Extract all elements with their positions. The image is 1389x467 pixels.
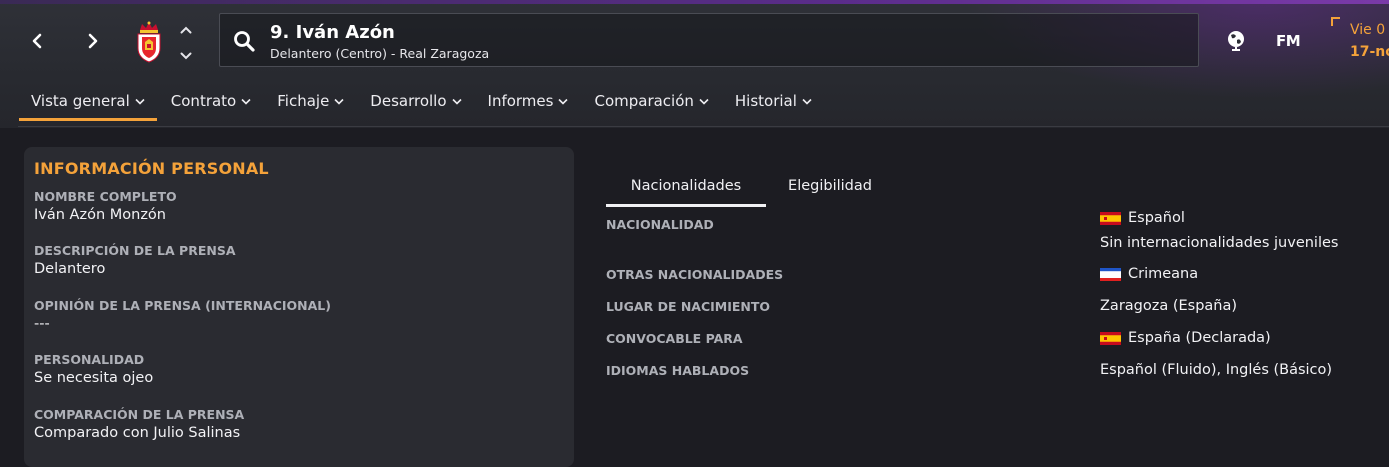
forward-arrow-icon	[88, 33, 98, 49]
chevron-down-icon	[699, 98, 709, 105]
player-search-bar[interactable]: 9. Iván Azón Delantero (Centro) - Real Z…	[219, 13, 1199, 67]
row-value-nationality[interactable]: Español	[1100, 210, 1185, 226]
tab-informes[interactable]: Informes	[475, 84, 582, 118]
tab-vista-general[interactable]: Vista general	[18, 84, 158, 121]
chevron-down-icon	[135, 98, 145, 105]
tab-label: Historial	[734, 92, 797, 110]
chevron-down-icon	[558, 98, 569, 105]
crimea-flag-icon	[1100, 267, 1121, 281]
tab-fichaje[interactable]: Fichaje	[264, 84, 357, 118]
tab-historial[interactable]: Historial	[722, 84, 825, 118]
tab-contrato[interactable]: Contrato	[158, 84, 264, 118]
tab-label: Informes	[487, 92, 554, 110]
row-label-eligible-for: CONVOCABLE PARA	[606, 331, 743, 346]
search-icon[interactable]	[232, 29, 256, 53]
chevron-down-icon	[241, 98, 251, 105]
info-label-personality: PERSONALIDAD	[34, 352, 145, 367]
other-nationality-name: Crimeana	[1128, 266, 1199, 282]
tab-label: Desarrollo	[370, 92, 447, 110]
date-day[interactable]: Vie 0	[1350, 22, 1385, 38]
fm-logo-button[interactable]: FM	[1276, 32, 1301, 50]
player-tabs: Vista general Contrato Fichaje Desarroll…	[18, 84, 825, 124]
info-label-press-comparison: COMPARACIÓN DE LA PRENSA	[34, 407, 245, 422]
row-label-other-nationalities: OTRAS NACIONALIDADES	[606, 267, 784, 282]
tab-label: Comparación	[594, 92, 694, 110]
info-value-press-opinion: ---	[34, 316, 50, 332]
subtab-nacionalidades[interactable]: Nacionalidades	[606, 166, 766, 206]
club-crest-icon[interactable]	[134, 20, 164, 64]
player-title: 9. Iván Azón	[270, 22, 395, 43]
back-arrow-icon	[32, 33, 42, 49]
row-value-other-nationalities[interactable]: Crimeana	[1100, 266, 1198, 282]
spain-flag-icon	[1100, 211, 1121, 225]
eligible-country: España (Declarada)	[1128, 330, 1271, 346]
row-label-nationality: NACIONALIDAD	[606, 217, 714, 232]
tab-label: Fichaje	[277, 92, 330, 110]
info-label-press-opinion: OPINIÓN DE LA PRENSA (INTERNACIONAL)	[34, 298, 331, 313]
chevron-down-icon[interactable]	[180, 52, 192, 60]
chevron-down-icon	[451, 98, 462, 105]
row-value-youth-caps: Sin internacionalidades juveniles	[1100, 235, 1339, 251]
row-value-eligible-for[interactable]: España (Declarada)	[1100, 330, 1271, 346]
info-label-full-name: NOMBRE COMPLETO	[34, 189, 177, 204]
info-value-personality: Se necesita ojeo	[34, 370, 154, 386]
subtab-elegibilidad[interactable]: Elegibilidad	[766, 166, 894, 206]
row-value-languages: Español (Fluido), Inglés (Básico)	[1100, 362, 1333, 378]
header-divider	[18, 126, 1389, 127]
chevron-down-icon	[802, 98, 812, 105]
globe-icon[interactable]	[1224, 28, 1248, 52]
tab-desarrollo[interactable]: Desarrollo	[357, 84, 474, 118]
tab-comparacion[interactable]: Comparación	[581, 84, 721, 118]
tab-label: Vista general	[31, 92, 130, 110]
info-value-press-comparison[interactable]: Comparado con Julio Salinas	[34, 425, 240, 441]
info-label-press-description: DESCRIPCIÓN DE LA PRENSA	[34, 243, 236, 258]
back-button[interactable]	[22, 26, 52, 56]
top-bar: 9. Iván Azón Delantero (Centro) - Real Z…	[0, 0, 1389, 128]
panel-title: INFORMACIÓN PERSONAL	[34, 159, 269, 178]
info-value-press-description: Delantero	[34, 261, 106, 277]
chevron-down-icon	[334, 98, 344, 105]
date-date[interactable]: 17-no	[1350, 44, 1389, 60]
active-subtab-indicator	[606, 204, 766, 207]
row-label-languages: IDIOMAS HABLADOS	[606, 363, 750, 378]
personal-info-panel: INFORMACIÓN PERSONAL NOMBRE COMPLETO Ivá…	[24, 147, 574, 467]
row-value-birthplace[interactable]: Zaragoza (España)	[1100, 298, 1237, 314]
spain-flag-icon	[1100, 331, 1121, 345]
forward-button[interactable]	[78, 26, 108, 56]
squad-scroll-control[interactable]	[177, 26, 195, 60]
nationality-name: Español	[1128, 210, 1185, 226]
row-label-birthplace: LUGAR DE NACIMIENTO	[606, 299, 771, 314]
date-corner-mark	[1331, 17, 1340, 26]
info-value-full-name: Iván Azón Monzón	[34, 207, 166, 223]
player-subtitle[interactable]: Delantero (Centro) - Real Zaragoza	[270, 46, 489, 61]
tab-label: Contrato	[170, 92, 237, 110]
chevron-up-icon[interactable]	[180, 26, 192, 34]
